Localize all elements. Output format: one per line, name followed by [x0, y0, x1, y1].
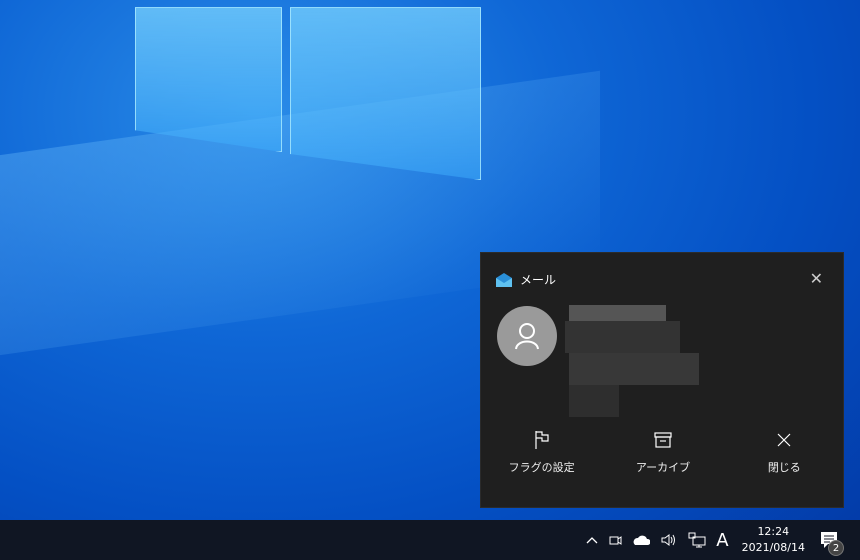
dismiss-label: 閉じる: [767, 461, 801, 474]
mail-notification[interactable]: メール ✕ フラグの設定 アーカイブ 閉じる: [480, 252, 844, 508]
time: 12:24: [757, 525, 790, 538]
app-name: メール: [520, 273, 557, 287]
system-tray: A 12:24 2021/08/14 2: [581, 520, 860, 560]
avatar: [497, 306, 557, 366]
flag-icon: [535, 431, 549, 449]
archive-icon: [654, 432, 672, 448]
archive-button[interactable]: アーカイブ: [602, 431, 723, 475]
archive-label: アーカイブ: [635, 461, 691, 474]
close-icon[interactable]: ✕: [810, 269, 823, 288]
ime-indicator[interactable]: A: [716, 530, 728, 551]
clock[interactable]: 12:24 2021/08/14: [742, 524, 805, 556]
windows-logo-pane: [135, 7, 282, 152]
notification-actions: フラグの設定 アーカイブ 閉じる: [481, 431, 845, 475]
date: 2021/08/14: [741, 541, 805, 554]
volume-icon[interactable]: [660, 533, 678, 547]
mail-app-icon: [496, 272, 512, 287]
flag-label: フラグの設定: [508, 461, 575, 474]
notification-header: メール: [496, 271, 556, 288]
camera-icon[interactable]: [608, 533, 622, 547]
dismiss-button[interactable]: 閉じる: [724, 431, 845, 475]
person-icon: [515, 323, 539, 350]
notification-count-badge: 2: [828, 540, 844, 556]
network-icon[interactable]: [688, 532, 706, 548]
chevron-up-icon[interactable]: [586, 536, 598, 544]
flag-button[interactable]: フラグの設定: [481, 431, 602, 475]
windows-logo-pane: [290, 7, 481, 180]
onedrive-cloud-icon[interactable]: [632, 534, 651, 546]
close-icon: [777, 433, 791, 447]
taskbar: A 12:24 2021/08/14 2: [0, 520, 860, 560]
